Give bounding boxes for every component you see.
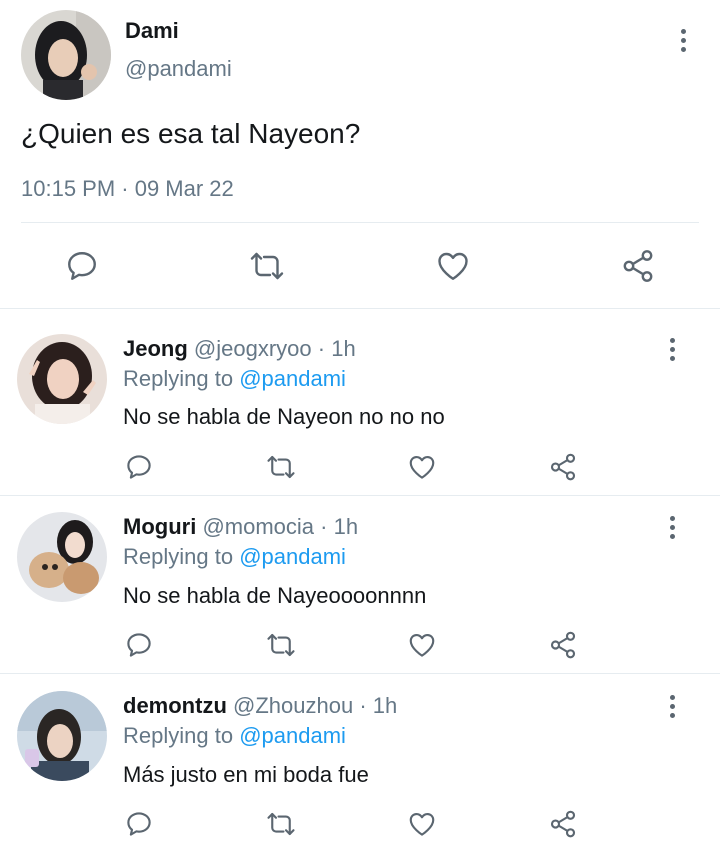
replying-line: Replying to @pandami: [123, 366, 346, 392]
reply-text: No se habla de Nayeoooonnnn: [123, 583, 427, 608]
reply-reply-button[interactable]: [124, 809, 154, 839]
more-icon: [680, 28, 686, 34]
section-divider: [0, 308, 720, 309]
reply-like-button[interactable]: [406, 452, 438, 482]
replying-label: Replying to: [123, 544, 234, 569]
reply-retweet-button[interactable]: [264, 452, 298, 482]
reply-icon: [127, 455, 151, 479]
more-icon: [669, 694, 675, 700]
heart-icon: [438, 252, 468, 280]
reply-divider: [0, 495, 720, 496]
reply-button[interactable]: [64, 248, 100, 284]
divider: [21, 222, 699, 223]
reply-share-button[interactable]: [548, 630, 578, 660]
reply-text: No se habla de Nayeon no no no: [123, 404, 445, 429]
avatar-dami[interactable]: [21, 10, 111, 100]
reply-retweet-button[interactable]: [264, 630, 298, 660]
share-icon: [550, 631, 576, 659]
retweet-icon: [267, 455, 295, 479]
reply-retweet-button[interactable]: [264, 809, 298, 839]
more-options-button[interactable]: [671, 20, 695, 60]
retweet-icon: [267, 812, 295, 836]
reply-icon: [68, 252, 96, 280]
reply-share-button[interactable]: [548, 809, 578, 839]
more-icon: [669, 515, 675, 521]
reply-time: · 1h: [320, 514, 359, 539]
reply-header: Jeong @jeogxryoo · 1h: [123, 336, 356, 362]
more-icon: [669, 337, 675, 343]
tweet-text: ¿Quien es esa tal Nayeon?: [21, 118, 361, 149]
avatar-jeong[interactable]: [17, 334, 107, 424]
retweet-icon: [250, 252, 284, 280]
reply-icon: [127, 812, 151, 836]
retweet-icon: [267, 633, 295, 657]
reply-header: Moguri @momocia · 1h: [123, 514, 358, 540]
replying-label: Replying to: [123, 723, 234, 748]
reply-author-name[interactable]: demontzu: [123, 693, 227, 718]
heart-icon: [409, 455, 435, 479]
tweet-timestamp: 10:15 PM · 09 Mar 22: [21, 176, 234, 201]
reply-header: demontzu @Zhouzhou · 1h: [123, 693, 397, 719]
replying-label: Replying to: [123, 366, 234, 391]
reply-reply-button[interactable]: [124, 452, 154, 482]
share-icon: [550, 453, 576, 481]
reply-time: · 1h: [359, 693, 398, 718]
share-icon: [550, 810, 576, 838]
reply-like-button[interactable]: [406, 630, 438, 660]
reply-more-button[interactable]: [660, 686, 684, 726]
reply-reply-button[interactable]: [124, 630, 154, 660]
author-name[interactable]: Dami: [125, 18, 179, 44]
reply-author-name[interactable]: Jeong: [123, 336, 188, 361]
reply-divider: [0, 673, 720, 674]
share-button[interactable]: [620, 248, 656, 284]
reply-more-button[interactable]: [660, 507, 684, 547]
heart-icon: [409, 812, 435, 836]
reply-more-button[interactable]: [660, 329, 684, 369]
reply-author-name[interactable]: Moguri: [123, 514, 196, 539]
reply-time: · 1h: [317, 336, 356, 361]
replying-to-link[interactable]: @pandami: [239, 544, 346, 569]
reply-icon: [127, 633, 151, 657]
retweet-button[interactable]: [247, 248, 287, 284]
reply-author-handle[interactable]: @Zhouzhou: [233, 693, 353, 718]
replying-line: Replying to @pandami: [123, 723, 346, 749]
replying-to-link[interactable]: @pandami: [239, 366, 346, 391]
share-icon: [623, 250, 653, 282]
heart-icon: [409, 633, 435, 657]
reply-author-handle[interactable]: @jeogxryoo: [194, 336, 312, 361]
reply-like-button[interactable]: [406, 809, 438, 839]
avatar-moguri[interactable]: [17, 512, 107, 602]
like-button[interactable]: [434, 248, 472, 284]
replying-line: Replying to @pandami: [123, 544, 346, 570]
reply-text: Más justo en mi boda fue: [123, 762, 369, 787]
reply-author-handle[interactable]: @momocia: [202, 514, 314, 539]
author-handle[interactable]: @pandami: [125, 56, 232, 82]
replying-to-link[interactable]: @pandami: [239, 723, 346, 748]
reply-share-button[interactable]: [548, 452, 578, 482]
avatar-demontzu[interactable]: [17, 691, 107, 781]
